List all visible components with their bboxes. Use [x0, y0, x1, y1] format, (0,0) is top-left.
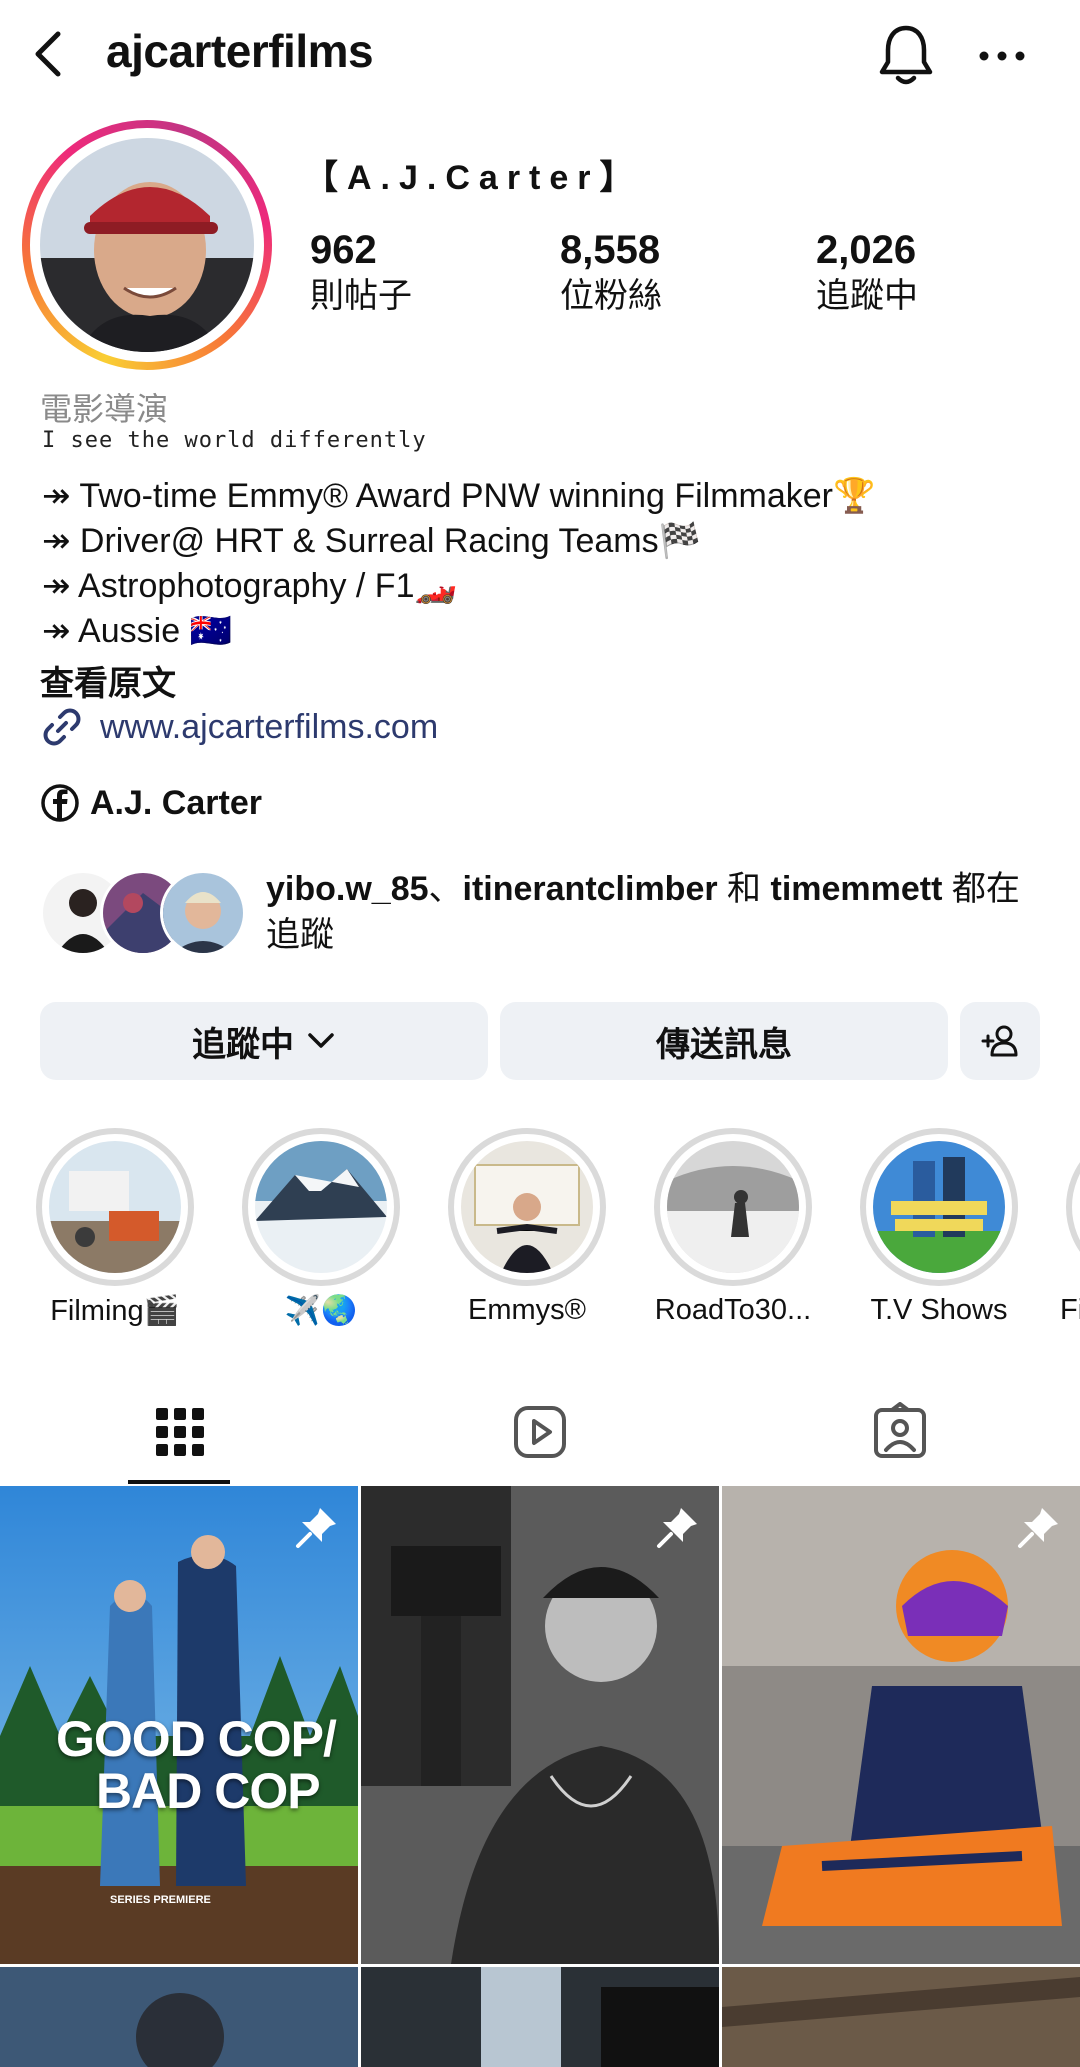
- suggest-people-button[interactable]: [960, 1002, 1040, 1080]
- bio-line: ↠ Aussie 🇦🇺: [42, 612, 232, 650]
- post-thumbnail[interactable]: GOOD COP/ BAD COP SERIES PREMIERE: [0, 1486, 358, 1964]
- mutual-followers-text[interactable]: yibo.w_85、itinerantclimber 和 timemmett 都…: [266, 866, 1046, 958]
- top-bar: ajcarterfilms: [0, 0, 1080, 112]
- link-icon: [43, 708, 81, 746]
- website-link[interactable]: www.ajcarterfilms.com: [40, 704, 438, 750]
- post-title: GOOD COP/: [56, 1711, 337, 1767]
- mutual-follower-name[interactable]: itinerantclimber: [463, 870, 718, 908]
- post-thumbnail[interactable]: [0, 1967, 358, 2067]
- bio-line: ↠ Two-time Emmy® Award PNW winning Filmm…: [42, 477, 876, 515]
- separator: 和: [717, 870, 771, 908]
- mutual-follower-name[interactable]: yibo.w_85: [266, 870, 429, 908]
- post-thumbnail[interactable]: [722, 1967, 1080, 2067]
- bio-tagline: I see the world differently: [42, 428, 427, 453]
- stat-value: 962: [310, 228, 377, 272]
- highlight-cover: [461, 1141, 593, 1273]
- tagged-icon[interactable]: [870, 1402, 930, 1462]
- post-thumbnail[interactable]: [361, 1486, 719, 1964]
- website-url: www.ajcarterfilms.com: [100, 707, 439, 746]
- post-caption: SERIES PREMIERE: [110, 1894, 211, 1906]
- stat-label: 位粉絲: [560, 277, 662, 315]
- highlight-label: RoadTo30...: [654, 1294, 812, 1326]
- separator: 、: [428, 870, 463, 908]
- following-label: 追蹤中: [192, 1025, 294, 1064]
- following-button[interactable]: 追蹤中: [40, 1002, 488, 1080]
- highlight-cover: [255, 1141, 387, 1273]
- highlight-ring: [1066, 1128, 1080, 1286]
- highlight-cover: [873, 1141, 1005, 1273]
- highlight-label: Emmys®: [467, 1294, 587, 1326]
- add-person-icon: [981, 1025, 1018, 1057]
- mutual-follower-name[interactable]: timemmett: [771, 870, 943, 908]
- stat-following[interactable]: 2,026 追蹤中: [816, 226, 918, 318]
- highlight-cover: [667, 1141, 799, 1273]
- highlight-cover: [49, 1141, 181, 1273]
- mutual-avatar: [160, 870, 246, 956]
- mutual-followers-avatars[interactable]: [40, 870, 250, 956]
- story-highlights: Filming🎬 ✈️🌏 Emmys® RoadTo30... T.V Show…: [0, 1126, 1080, 1346]
- post-title: BAD COP: [96, 1763, 321, 1819]
- active-tab-indicator: [128, 1480, 230, 1484]
- highlight-label: Fil: [1060, 1294, 1080, 1326]
- avatar: [40, 138, 254, 352]
- profile-category: 電影導演: [40, 391, 169, 427]
- more-horizontal-icon[interactable]: [972, 30, 1032, 82]
- stat-label: 追蹤中: [816, 277, 918, 315]
- highlight-label: ✈️🌏: [284, 1295, 358, 1327]
- stat-posts[interactable]: 962 則帖子: [310, 226, 412, 318]
- chevron-down-icon: [308, 1033, 334, 1048]
- story-ring[interactable]: [22, 120, 272, 370]
- stat-value: 2,026: [816, 228, 917, 272]
- grid-icon[interactable]: [150, 1402, 210, 1462]
- facebook-icon: [41, 784, 79, 822]
- bio: ↠ Two-time Emmy® Award PNW winning Filmm…: [42, 474, 875, 654]
- chevron-left-icon[interactable]: [26, 28, 70, 80]
- profile-username: ajcarterfilms: [106, 25, 374, 77]
- see-original-link[interactable]: 查看原文: [40, 656, 176, 705]
- highlight-label: T.V Shows: [870, 1294, 1008, 1326]
- display-name: 【A.J.Carter】: [304, 159, 643, 197]
- bell-icon[interactable]: [876, 22, 936, 88]
- post-thumbnail[interactable]: [722, 1486, 1080, 1964]
- message-button[interactable]: 傳送訊息: [500, 1002, 948, 1080]
- stat-value: 8,558: [560, 228, 661, 272]
- pin-icon: [1018, 1508, 1058, 1548]
- bio-line: ↠ Astrophotography / F1🏎️: [42, 567, 457, 605]
- pin-icon: [296, 1508, 336, 1548]
- facebook-link[interactable]: A.J. Carter: [40, 780, 262, 826]
- highlight-label: Filming🎬: [50, 1295, 180, 1327]
- stat-label: 則帖子: [310, 277, 412, 315]
- message-label: 傳送訊息: [656, 1025, 792, 1064]
- post-thumbnail[interactable]: [361, 1967, 719, 2067]
- profile-tabs: [0, 1390, 1080, 1486]
- bio-line: ↠ Driver@ HRT & Surreal Racing Teams🏁: [42, 522, 701, 560]
- facebook-name: A.J. Carter: [90, 783, 262, 822]
- posts-grid: GOOD COP/ BAD COP SERIES PREMIERE: [0, 1486, 1080, 2067]
- reels-icon[interactable]: [510, 1402, 570, 1462]
- stat-followers[interactable]: 8,558 位粉絲: [560, 226, 662, 318]
- pin-icon: [657, 1508, 697, 1548]
